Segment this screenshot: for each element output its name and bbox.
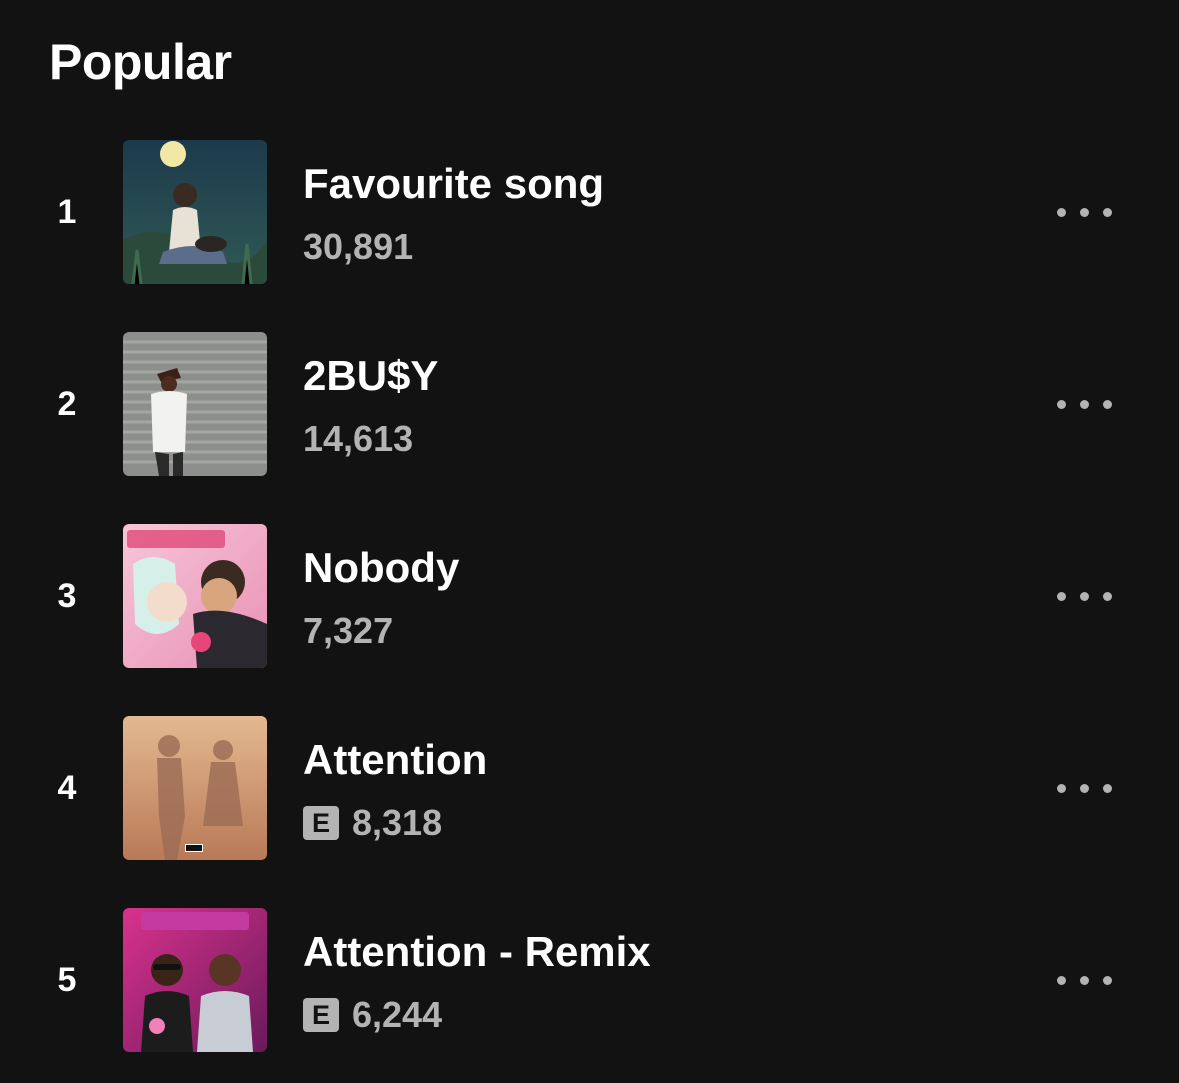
more-horizontal-icon — [1056, 399, 1066, 409]
more-horizontal-icon — [1079, 207, 1089, 217]
track-meta: E 8,318 — [303, 800, 442, 846]
play-count: 14,613 — [303, 418, 414, 459]
track-row[interactable]: 3 Nobody 7,327 — [0, 524, 1179, 716]
track-meta: 7,327 — [303, 608, 393, 654]
album-cover-image — [123, 140, 267, 284]
more-options-button[interactable] — [1046, 768, 1122, 808]
more-horizontal-icon — [1056, 591, 1066, 601]
play-count: 8,318 — [352, 802, 443, 843]
track-rank: 3 — [57, 577, 77, 615]
track-title[interactable]: Attention - Remix — [303, 926, 651, 978]
more-options-button[interactable] — [1046, 576, 1122, 616]
more-horizontal-icon — [1079, 975, 1089, 985]
more-horizontal-icon — [1079, 783, 1089, 793]
more-horizontal-icon — [1102, 591, 1112, 601]
track-rank: 4 — [57, 769, 77, 807]
more-options-button[interactable] — [1046, 384, 1122, 424]
album-cover-image — [123, 908, 267, 1052]
track-row[interactable]: 1 Favourite song 30,891 — [0, 140, 1179, 332]
track-meta: 30,891 — [303, 224, 413, 270]
more-horizontal-icon — [1102, 975, 1112, 985]
track-rank: 1 — [57, 193, 77, 231]
album-cover-image — [123, 524, 267, 668]
more-horizontal-icon — [1056, 783, 1066, 793]
more-horizontal-icon — [1056, 207, 1066, 217]
track-title[interactable]: 2BU$Y — [303, 350, 438, 402]
section-title: Popular — [49, 34, 232, 90]
more-horizontal-icon — [1079, 399, 1089, 409]
track-row[interactable]: 5 Attention - Remix E 6,244 — [0, 908, 1179, 1083]
track-list: 1 Favourite song 30,891 2 2BU$Y 14,613 3… — [0, 140, 1179, 1083]
more-options-button[interactable] — [1046, 192, 1122, 232]
explicit-badge-icon: E — [303, 806, 339, 840]
track-title[interactable]: Attention — [303, 734, 487, 786]
play-count: 30,891 — [303, 226, 414, 267]
more-horizontal-icon — [1102, 783, 1112, 793]
more-horizontal-icon — [1056, 975, 1066, 985]
track-meta: E 6,244 — [303, 992, 442, 1038]
more-horizontal-icon — [1079, 591, 1089, 601]
more-options-button[interactable] — [1046, 960, 1122, 1000]
album-cover-image — [123, 716, 267, 860]
track-rank: 5 — [57, 961, 77, 999]
more-horizontal-icon — [1102, 399, 1112, 409]
track-row[interactable]: 4 Attention E 8,318 — [0, 716, 1179, 908]
track-meta: 14,613 — [303, 416, 413, 462]
explicit-badge-icon: E — [303, 998, 339, 1032]
play-count: 6,244 — [352, 994, 443, 1035]
track-title[interactable]: Nobody — [303, 542, 459, 594]
track-title[interactable]: Favourite song — [303, 158, 604, 210]
track-rank: 2 — [57, 385, 77, 423]
more-horizontal-icon — [1102, 207, 1112, 217]
popular-tracks-panel: Popular 1 Favourite song 30,891 2 2BU$Y … — [0, 0, 1179, 1083]
track-row[interactable]: 2 2BU$Y 14,613 — [0, 332, 1179, 524]
play-count: 7,327 — [303, 610, 394, 651]
album-cover-image — [123, 332, 267, 476]
